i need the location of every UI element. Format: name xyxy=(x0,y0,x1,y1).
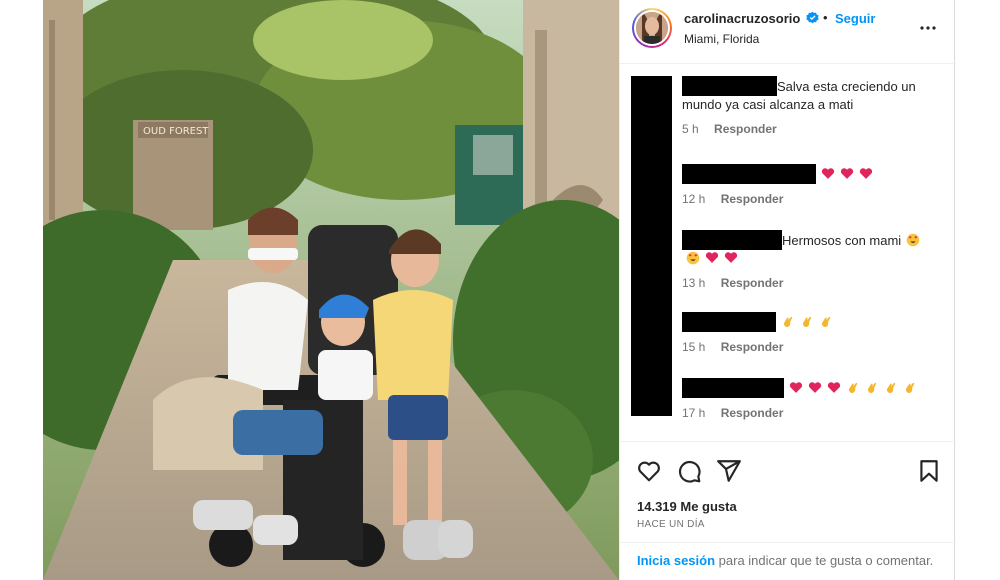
avatar-image xyxy=(634,10,670,46)
login-prompt: Inicia sesión para indicar que te gusta … xyxy=(620,542,956,568)
post-photo-image: OUD FOREST xyxy=(43,0,619,580)
login-link[interactable]: Inicia sesión xyxy=(637,553,715,568)
comment-item: 17 h Responder xyxy=(682,378,942,420)
comment-avatars-redacted xyxy=(631,76,672,416)
clap-emoji-icon xyxy=(821,316,831,327)
comment-icon[interactable] xyxy=(676,458,702,484)
more-options-icon[interactable] xyxy=(916,16,940,40)
heart-emoji-icon xyxy=(821,168,835,179)
comment-item: 15 h Responder xyxy=(682,312,942,354)
comment-time: 5 h xyxy=(682,122,699,136)
gate-sign: OUD FOREST xyxy=(143,126,209,137)
comment-item: 12 h Responder xyxy=(682,164,942,206)
heart-emoji-icon xyxy=(724,252,738,263)
bookmark-icon[interactable] xyxy=(916,458,942,484)
comment-meta: 12 h Responder xyxy=(682,192,942,206)
comment-meta: 13 h Responder xyxy=(682,276,942,290)
comment-emoji-line xyxy=(682,250,942,268)
comment-time: 15 h xyxy=(682,340,706,354)
comment-meta: 15 h Responder xyxy=(682,340,942,354)
clap-emoji-icon xyxy=(886,382,896,393)
heart-outline-icon[interactable] xyxy=(636,458,662,484)
redacted-username xyxy=(682,76,777,96)
reply-button[interactable]: Responder xyxy=(721,276,784,290)
login-line: Inicia sesión para indicar que te gusta … xyxy=(637,552,937,570)
clap-emoji-icon xyxy=(802,316,812,327)
separator-dot: • xyxy=(823,10,828,25)
clap-emoji-icon xyxy=(848,382,858,393)
heart-emoji-icon xyxy=(789,382,803,393)
comment-text-line xyxy=(682,378,942,398)
redacted-username xyxy=(682,378,784,398)
comment-item: Salva esta creciendo un mundo ya casi al… xyxy=(682,76,942,136)
redacted-username xyxy=(682,230,782,250)
comment-text: Hermosos con mami xyxy=(782,233,902,248)
comment-text-line xyxy=(682,312,942,332)
comment-text-line xyxy=(682,164,942,184)
comment-meta: 5 h Responder xyxy=(682,122,942,136)
post-date: HACE UN DÍA xyxy=(637,519,705,530)
clap-emoji-icon xyxy=(867,382,877,393)
heart-eyes-emoji-icon xyxy=(686,251,700,265)
comment-text-line: Salva esta creciendo un mundo ya casi al… xyxy=(682,76,942,114)
post-header: carolinacruzosorio • Seguir Miami, Flori… xyxy=(620,0,956,64)
comments-list[interactable]: Salva esta creciendo un mundo ya casi al… xyxy=(620,64,956,442)
comment-item: Hermosos con mami 13 h Responder xyxy=(682,230,942,290)
likes-count[interactable]: 14.319 Me gusta xyxy=(637,499,737,514)
post-photo[interactable]: OUD FOREST xyxy=(43,0,619,580)
redacted-username xyxy=(682,312,776,332)
reply-button[interactable]: Responder xyxy=(721,192,784,206)
share-icon[interactable] xyxy=(716,458,742,484)
clap-emoji-icon xyxy=(905,382,915,393)
reply-button[interactable]: Responder xyxy=(721,340,784,354)
heart-emoji-icon xyxy=(808,382,822,393)
heart-emoji-icon xyxy=(840,168,854,179)
reply-button[interactable]: Responder xyxy=(714,122,777,136)
follow-button[interactable]: Seguir xyxy=(835,11,875,26)
heart-emoji-icon xyxy=(705,252,719,263)
verified-badge-icon xyxy=(806,11,819,24)
post-actions-bar xyxy=(620,455,956,487)
avatar[interactable] xyxy=(632,8,672,48)
username[interactable]: carolinacruzosorio xyxy=(684,11,800,26)
location-link[interactable]: Miami, Florida xyxy=(684,32,759,46)
comment-text-line: Hermosos con mami xyxy=(682,230,942,250)
comment-time: 12 h xyxy=(682,192,706,206)
redacted-username xyxy=(682,164,816,184)
login-text: para indicar que te gusta o comentar. xyxy=(715,553,934,568)
heart-emoji-icon xyxy=(827,382,841,393)
post-panel: carolinacruzosorio • Seguir Miami, Flori… xyxy=(619,0,956,580)
comment-meta: 17 h Responder xyxy=(682,406,942,420)
clap-emoji-icon xyxy=(783,316,793,327)
comment-time: 17 h xyxy=(682,406,706,420)
reply-button[interactable]: Responder xyxy=(721,406,784,420)
heart-emoji-icon xyxy=(859,168,873,179)
heart-eyes-emoji-icon xyxy=(906,233,920,247)
comment-time: 13 h xyxy=(682,276,706,290)
